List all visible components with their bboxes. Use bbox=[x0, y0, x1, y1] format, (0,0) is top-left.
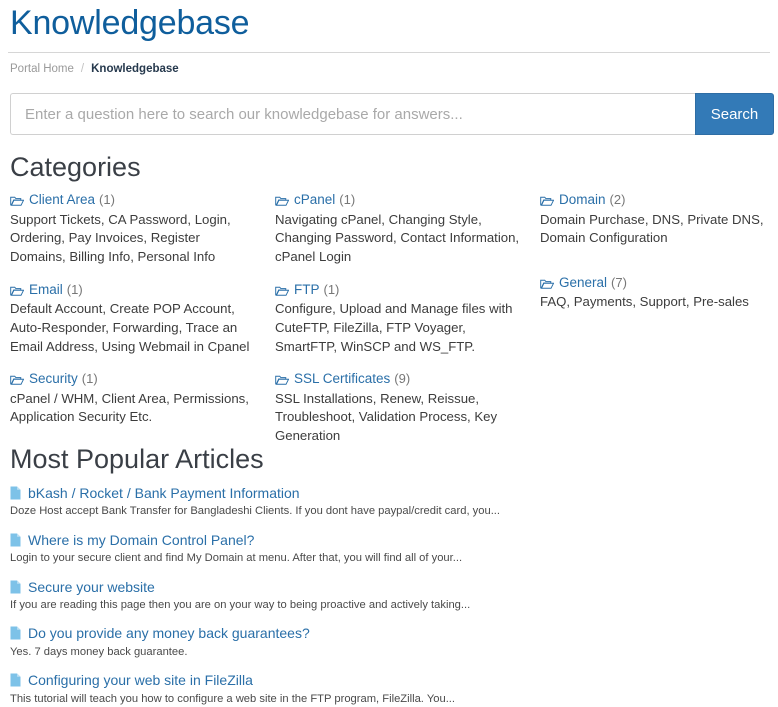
category-count: (1) bbox=[67, 281, 83, 299]
category-link[interactable]: FTP bbox=[294, 281, 320, 299]
breadcrumb-portal-home[interactable]: Portal Home bbox=[10, 63, 74, 75]
category-count: (2) bbox=[610, 191, 626, 209]
categories-column-1: Client Area (1) Support Tickets, CA Pass… bbox=[10, 191, 256, 441]
article-link[interactable]: Do you provide any money back guarantees… bbox=[28, 624, 310, 642]
category-description: Navigating cPanel, Changing Style, Chang… bbox=[275, 211, 521, 267]
document-icon bbox=[10, 626, 21, 640]
article-header: Where is my Domain Control Panel? bbox=[10, 531, 770, 549]
category-description: Default Account, Create POP Account, Aut… bbox=[10, 300, 256, 356]
category-item: SSL Certificates (9) SSL Installations, … bbox=[275, 370, 521, 445]
document-icon bbox=[10, 673, 21, 687]
folder-icon bbox=[10, 284, 24, 296]
category-count: (1) bbox=[99, 191, 115, 209]
category-item: Client Area (1) Support Tickets, CA Pass… bbox=[10, 191, 256, 266]
folder-icon bbox=[10, 194, 24, 206]
article-item: Do you provide any money back guarantees… bbox=[10, 624, 770, 660]
category-header: Security (1) bbox=[10, 370, 256, 388]
article-header: Secure your website bbox=[10, 578, 770, 596]
category-description: Domain Purchase, DNS, Private DNS, Domai… bbox=[540, 211, 778, 248]
categories-column-2: cPanel (1) Navigating cPanel, Changing S… bbox=[275, 191, 521, 459]
knowledgebase-page: Knowledgebase Portal Home / Knowledgebas… bbox=[0, 0, 778, 707]
document-icon bbox=[10, 533, 21, 547]
categories-grid: Client Area (1) Support Tickets, CA Pass… bbox=[10, 191, 770, 421]
article-item: Configuring your web site in FileZilla T… bbox=[10, 671, 770, 707]
category-item: FTP (1) Configure, Upload and Manage fil… bbox=[275, 281, 521, 356]
folder-icon bbox=[10, 373, 24, 385]
category-link[interactable]: cPanel bbox=[294, 191, 335, 209]
category-description: SSL Installations, Renew, Reissue, Troub… bbox=[275, 390, 521, 446]
category-count: (1) bbox=[82, 370, 98, 388]
search-bar: Search bbox=[10, 93, 774, 135]
category-item: Security (1) cPanel / WHM, Client Area, … bbox=[10, 370, 256, 427]
article-link[interactable]: Where is my Domain Control Panel? bbox=[28, 531, 254, 549]
category-item: General (7) FAQ, Payments, Support, Pre-… bbox=[540, 274, 778, 312]
category-item: Domain (2) Domain Purchase, DNS, Private… bbox=[540, 191, 778, 248]
breadcrumb-current: Knowledgebase bbox=[91, 63, 179, 75]
article-description: Login to your secure client and find My … bbox=[10, 551, 770, 567]
page-title: Knowledgebase bbox=[8, 0, 770, 49]
category-header: Email (1) bbox=[10, 281, 256, 299]
category-count: (1) bbox=[339, 191, 355, 209]
document-icon bbox=[10, 486, 21, 500]
article-link[interactable]: Secure your website bbox=[28, 578, 155, 596]
article-description: This tutorial will teach you how to conf… bbox=[10, 692, 770, 707]
breadcrumb-separator: / bbox=[81, 63, 84, 75]
category-header: cPanel (1) bbox=[275, 191, 521, 209]
article-description: Doze Host accept Bank Transfer for Bangl… bbox=[10, 504, 770, 520]
folder-icon bbox=[275, 284, 289, 296]
category-count: (1) bbox=[324, 281, 340, 299]
article-header: Do you provide any money back guarantees… bbox=[10, 624, 770, 642]
article-description: If you are reading this page then you ar… bbox=[10, 598, 770, 614]
search-button[interactable]: Search bbox=[695, 93, 774, 135]
category-link[interactable]: General bbox=[559, 274, 607, 292]
article-item: bKash / Rocket / Bank Payment Informatio… bbox=[10, 484, 770, 520]
category-link[interactable]: Client Area bbox=[29, 191, 95, 209]
article-item: Secure your website If you are reading t… bbox=[10, 578, 770, 614]
folder-icon bbox=[275, 194, 289, 206]
breadcrumb: Portal Home / Knowledgebase bbox=[8, 53, 770, 75]
article-link[interactable]: Configuring your web site in FileZilla bbox=[28, 671, 253, 689]
search-input[interactable] bbox=[10, 93, 695, 135]
categories-column-3: Domain (2) Domain Purchase, DNS, Private… bbox=[540, 191, 778, 326]
category-description: Support Tickets, CA Password, Login, Ord… bbox=[10, 211, 256, 267]
category-item: cPanel (1) Navigating cPanel, Changing S… bbox=[275, 191, 521, 266]
category-link[interactable]: SSL Certificates bbox=[294, 370, 390, 388]
article-item: Where is my Domain Control Panel? Login … bbox=[10, 531, 770, 567]
category-link[interactable]: Domain bbox=[559, 191, 606, 209]
document-icon bbox=[10, 580, 21, 594]
article-header: Configuring your web site in FileZilla bbox=[10, 671, 770, 689]
category-header: Client Area (1) bbox=[10, 191, 256, 209]
categories-heading: Categories bbox=[10, 151, 770, 183]
category-header: SSL Certificates (9) bbox=[275, 370, 521, 388]
category-description: cPanel / WHM, Client Area, Permissions, … bbox=[10, 390, 256, 427]
category-header: Domain (2) bbox=[540, 191, 778, 209]
popular-articles-list: bKash / Rocket / Bank Payment Informatio… bbox=[10, 484, 770, 707]
category-description: Configure, Upload and Manage files with … bbox=[275, 300, 521, 356]
folder-icon bbox=[540, 194, 554, 206]
article-header: bKash / Rocket / Bank Payment Informatio… bbox=[10, 484, 770, 502]
article-description: Yes. 7 days money back guarantee. bbox=[10, 645, 770, 661]
folder-icon bbox=[275, 373, 289, 385]
category-item: Email (1) Default Account, Create POP Ac… bbox=[10, 281, 256, 356]
category-link[interactable]: Email bbox=[29, 281, 63, 299]
category-description: FAQ, Payments, Support, Pre-sales bbox=[540, 293, 778, 312]
folder-icon bbox=[540, 277, 554, 289]
category-count: (7) bbox=[611, 274, 627, 292]
category-count: (9) bbox=[394, 370, 410, 388]
category-header: General (7) bbox=[540, 274, 778, 292]
category-header: FTP (1) bbox=[275, 281, 521, 299]
article-link[interactable]: bKash / Rocket / Bank Payment Informatio… bbox=[28, 484, 300, 502]
category-link[interactable]: Security bbox=[29, 370, 78, 388]
